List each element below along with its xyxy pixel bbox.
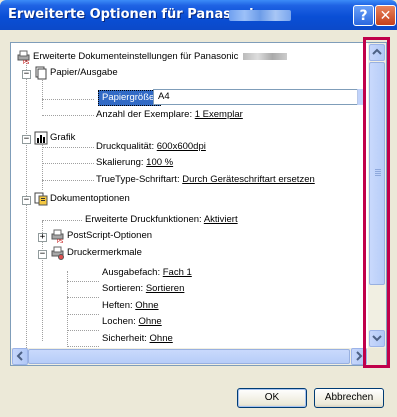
tree-line <box>67 297 99 298</box>
paper-output-label: Papier/Ausgabe <box>50 67 118 78</box>
staple-label: Heften: <box>102 300 133 311</box>
collapse-toggle[interactable]: − <box>38 250 47 259</box>
tree-item-paper-output[interactable]: Papier/Ausgabe <box>50 65 118 81</box>
quality-label: Druckqualität: <box>96 141 155 152</box>
security-value[interactable]: Ohne <box>150 333 173 344</box>
tree-item-truetype[interactable]: TrueType-Schriftart: Durch Geräteschrift… <box>96 172 315 188</box>
tree-line <box>42 220 82 221</box>
staple-value[interactable]: Ohne <box>135 300 158 311</box>
chevron-left-icon <box>16 351 23 361</box>
redacted-model-name <box>243 52 288 60</box>
tree-item-security[interactable]: Sicherheit: Ohne <box>102 331 173 347</box>
tree-line <box>67 330 99 331</box>
root-label: Erweiterte Dokumenteinstellungen für Pan… <box>33 51 239 62</box>
tree-item-quality[interactable]: Druckqualität: 600x600dpi <box>96 139 206 155</box>
graphic-icon <box>34 131 48 145</box>
printer-features-icon <box>51 246 64 260</box>
tree-line <box>67 346 99 347</box>
tree-line <box>42 115 94 116</box>
window-title: Erweiterte Optionen für Panasonic <box>8 7 262 22</box>
paper-size-select[interactable]: A4 <box>153 89 366 105</box>
punch-label: Lochen: <box>102 316 136 327</box>
paper-output-icon <box>35 66 47 80</box>
options-tree: PS Erweiterte Dokumenteinstellungen für … <box>11 43 366 348</box>
truetype-label: TrueType-Schriftart: <box>96 174 180 185</box>
expand-toggle[interactable]: + <box>38 233 47 242</box>
tree-root-item[interactable]: Erweiterte Dokumenteinstellungen für Pan… <box>33 49 288 65</box>
tree-item-document-options[interactable]: Dokumentoptionen <box>50 191 130 207</box>
tree-line <box>42 180 94 181</box>
redacted-model-name <box>229 10 291 21</box>
quality-value[interactable]: 600x600dpi <box>157 141 206 152</box>
scaling-value[interactable]: 100 % <box>146 157 173 168</box>
tree-item-copies[interactable]: Anzahl der Exemplare: 1 Exemplar <box>96 107 243 123</box>
document-options-icon <box>34 192 48 206</box>
tree-item-advanced-features[interactable]: Erweiterte Druckfunktionen: Aktiviert <box>85 212 238 228</box>
advanced-features-label: Erweiterte Druckfunktionen: <box>85 214 202 225</box>
title-bar[interactable]: Erweiterte Optionen für Panasonic ? ✕ <box>0 0 397 30</box>
tree-line <box>67 271 68 348</box>
options-tree-panel: PS Erweiterte Dokumenteinstellungen für … <box>10 42 387 366</box>
tree-item-graphic[interactable]: Grafik <box>50 130 75 146</box>
tree-item-punch[interactable]: Lochen: Ohne <box>102 314 162 330</box>
tree-line <box>42 76 43 109</box>
printer-features-label: Druckermerkmale <box>67 247 142 258</box>
collapse-toggle[interactable]: − <box>22 70 31 79</box>
paper-size-label[interactable]: Papiergröße: <box>98 90 161 106</box>
scaling-label: Skalierung: <box>96 157 144 168</box>
printer-ps-icon: PS <box>51 229 64 243</box>
security-label: Sicherheit: <box>102 333 147 344</box>
tree-item-postscript-options[interactable]: PostScript-Optionen <box>67 228 152 244</box>
tree-item-output-bin[interactable]: Ausgabefach: Fach 1 <box>102 265 192 281</box>
tree-item-scaling[interactable]: Skalierung: 100 % <box>96 155 173 171</box>
close-button[interactable]: ✕ <box>375 5 396 26</box>
horizontal-scroll-thumb[interactable] <box>28 349 350 364</box>
postscript-options-label: PostScript-Optionen <box>67 230 153 241</box>
sort-value[interactable]: Sortieren <box>146 283 185 294</box>
copies-value[interactable]: 1 Exemplar <box>195 109 243 120</box>
tree-item-sort[interactable]: Sortieren: Sortieren <box>102 281 184 297</box>
collapse-toggle[interactable]: − <box>22 196 31 205</box>
svg-text:PS: PS <box>23 60 29 64</box>
tree-line <box>42 99 94 100</box>
svg-text:PS: PS <box>57 239 63 243</box>
tree-line <box>42 163 94 164</box>
tree-item-printer-features[interactable]: Druckermerkmale <box>67 245 142 261</box>
tree-line <box>67 314 99 315</box>
tree-line <box>67 281 99 282</box>
help-button[interactable]: ? <box>353 5 374 26</box>
graphic-label: Grafik <box>50 132 76 143</box>
tree-line <box>42 147 94 148</box>
copies-label: Anzahl der Exemplare: <box>96 109 193 120</box>
punch-value[interactable]: Ohne <box>138 316 161 327</box>
output-bin-value[interactable]: Fach 1 <box>163 267 192 278</box>
output-bin-label: Ausgabefach: <box>102 267 161 278</box>
collapse-toggle[interactable]: − <box>22 135 31 144</box>
advanced-options-dialog: Erweiterte Optionen für Panasonic ? ✕ PS… <box>0 0 397 417</box>
advanced-features-value[interactable]: Aktiviert <box>204 214 238 225</box>
truetype-value[interactable]: Durch Geräteschriftart ersetzen <box>182 174 315 185</box>
printer-ps-icon: PS <box>17 50 30 64</box>
paper-size-value: A4 <box>158 91 170 102</box>
cancel-button[interactable]: Abbrechen <box>314 388 384 408</box>
scrollbar-highlight-frame <box>363 37 390 368</box>
horizontal-scrollbar[interactable] <box>11 348 368 365</box>
tree-item-staple[interactable]: Heften: Ohne <box>102 298 159 314</box>
ok-button[interactable]: OK <box>237 388 307 408</box>
scroll-left-button[interactable] <box>12 348 28 365</box>
document-options-label: Dokumentoptionen <box>50 193 130 204</box>
sort-label: Sortieren: <box>102 283 144 294</box>
